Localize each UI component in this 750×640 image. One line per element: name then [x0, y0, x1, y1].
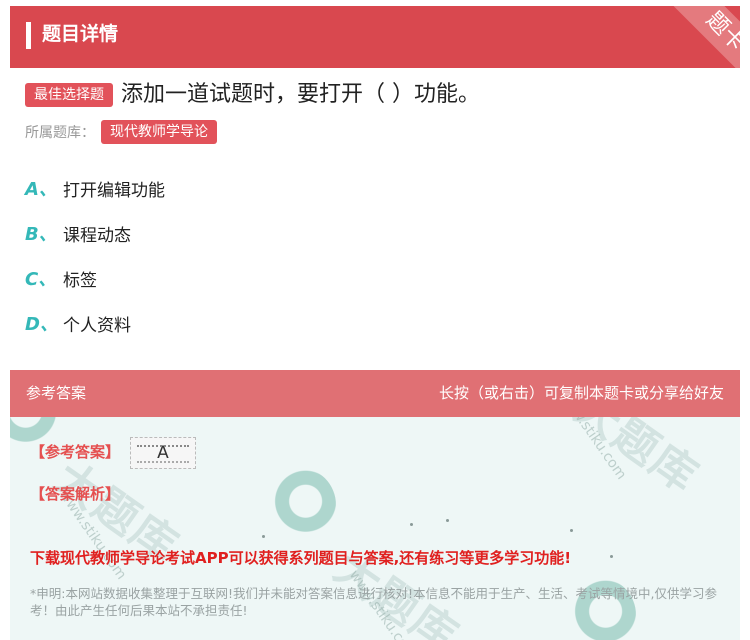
page-title: 题目详情 — [42, 23, 119, 45]
bank-label: 所属题库： — [25, 125, 95, 141]
question-text: 添加一道试题时，要打开（ ）功能。 — [121, 82, 480, 107]
option-letter: D、 — [25, 314, 58, 335]
noise-speck — [262, 535, 265, 538]
reference-answer-label: 【参考答案】 — [30, 443, 121, 461]
bank-name-tag[interactable]: 现代教师学导论 — [101, 120, 217, 144]
noise-speck — [446, 519, 449, 522]
option-b[interactable]: B、 课程动态 — [25, 220, 131, 246]
question-line: 最佳选择题 添加一道试题时，要打开（ ）功能。 — [25, 79, 480, 111]
answer-body: 大题库 大题库 大题库 www.stiku.com www.stiku.com … — [10, 417, 740, 640]
share-hint: 长按（或右击）可复制本题卡或分享给好友 — [438, 384, 724, 402]
answer-image: A — [130, 437, 196, 469]
option-a[interactable]: A、 打开编辑功能 — [25, 175, 165, 201]
answer-header: 参考答案 长按（或右击）可复制本题卡或分享给好友 — [10, 370, 740, 417]
option-letter: A、 — [25, 179, 57, 200]
option-letter: B、 — [25, 224, 57, 245]
corner-ribbon: 题卡 — [666, 6, 740, 68]
answer-value: A — [157, 443, 169, 463]
watermark-logo-icon — [260, 467, 336, 543]
noise-speck — [410, 523, 413, 526]
option-text: 标签 — [63, 270, 97, 291]
answer-header-title: 参考答案 — [26, 384, 87, 402]
option-letter: C、 — [25, 269, 57, 290]
option-text: 打开编辑功能 — [63, 180, 165, 201]
question-type-tag: 最佳选择题 — [25, 83, 113, 107]
app-promo-link[interactable]: 下载现代教师学导论考试APP可以获得系列题目与答案,还有练习等更多学习功能! — [30, 547, 571, 569]
bank-line: 所属题库： 现代教师学导论 — [25, 119, 217, 145]
noise-speck — [570, 529, 573, 532]
option-text: 课程动态 — [63, 225, 131, 246]
title-header: 题目详情 题卡 — [10, 6, 740, 68]
noise-speck — [610, 555, 613, 558]
disclaimer-text: *申明:本网站数据收集整理于互联网!我们并未能对答案信息进行核对!本信息不能用于… — [30, 586, 717, 618]
option-c[interactable]: C、 标签 — [25, 265, 97, 291]
option-d[interactable]: D、 个人资料 — [25, 310, 131, 336]
option-text: 个人资料 — [63, 315, 131, 336]
header-accent-bar — [26, 22, 31, 49]
corner-ribbon-label: 题卡 — [700, 7, 740, 57]
answer-analysis-label: 【答案解析】 — [30, 485, 121, 503]
